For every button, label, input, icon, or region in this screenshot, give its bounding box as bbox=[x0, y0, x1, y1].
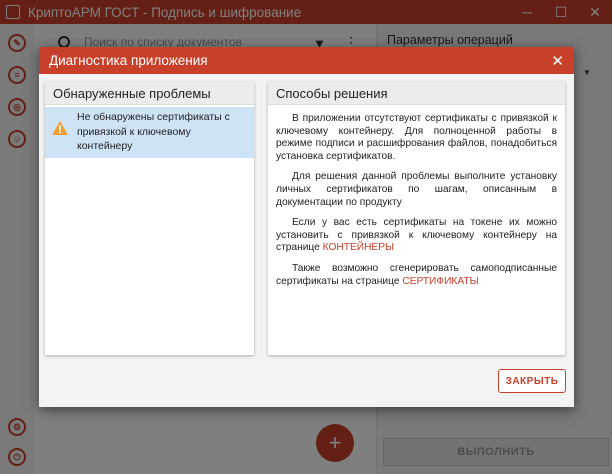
close-icon[interactable]: ✕ bbox=[551, 52, 564, 70]
certificates-link[interactable]: СЕРТИФИКАТЫ bbox=[402, 276, 478, 287]
solution-paragraph-2: Для решения данной проблемы выполните ус… bbox=[276, 171, 557, 208]
problems-panel: Обнаруженные проблемы Не обнаружены серт… bbox=[45, 82, 254, 355]
close-button[interactable]: ЗАКРЫТЬ bbox=[498, 369, 566, 393]
list-item[interactable]: Не обнаружены сертификаты с привязкой к … bbox=[45, 107, 254, 158]
solution-text-3: Если у вас есть сертификаты на токене их… bbox=[276, 217, 557, 254]
solution-paragraph-4: Также возможно сгенерировать самоподписа… bbox=[276, 263, 557, 288]
problem-text: Не обнаружены сертификаты с привязкой к … bbox=[77, 111, 230, 152]
solutions-panel: Способы решения В приложении отсутствуют… bbox=[268, 82, 565, 355]
solutions-header: Способы решения bbox=[268, 82, 565, 105]
problems-header: Обнаруженные проблемы bbox=[45, 82, 254, 105]
dialog-header: Диагностика приложения ✕ bbox=[39, 47, 574, 74]
solutions-body: В приложении отсутствуют сертификаты с п… bbox=[268, 105, 565, 288]
warning-icon bbox=[52, 121, 68, 135]
dialog-title: Диагностика приложения bbox=[49, 53, 208, 68]
solution-paragraph-3: Если у вас есть сертификаты на токене их… bbox=[276, 217, 557, 255]
solution-paragraph-1: В приложении отсутствуют сертификаты с п… bbox=[276, 113, 557, 162]
containers-link[interactable]: КОНТЕЙНЕРЫ bbox=[323, 242, 394, 253]
diagnostics-dialog: Диагностика приложения ✕ Обнаруженные пр… bbox=[39, 47, 574, 407]
